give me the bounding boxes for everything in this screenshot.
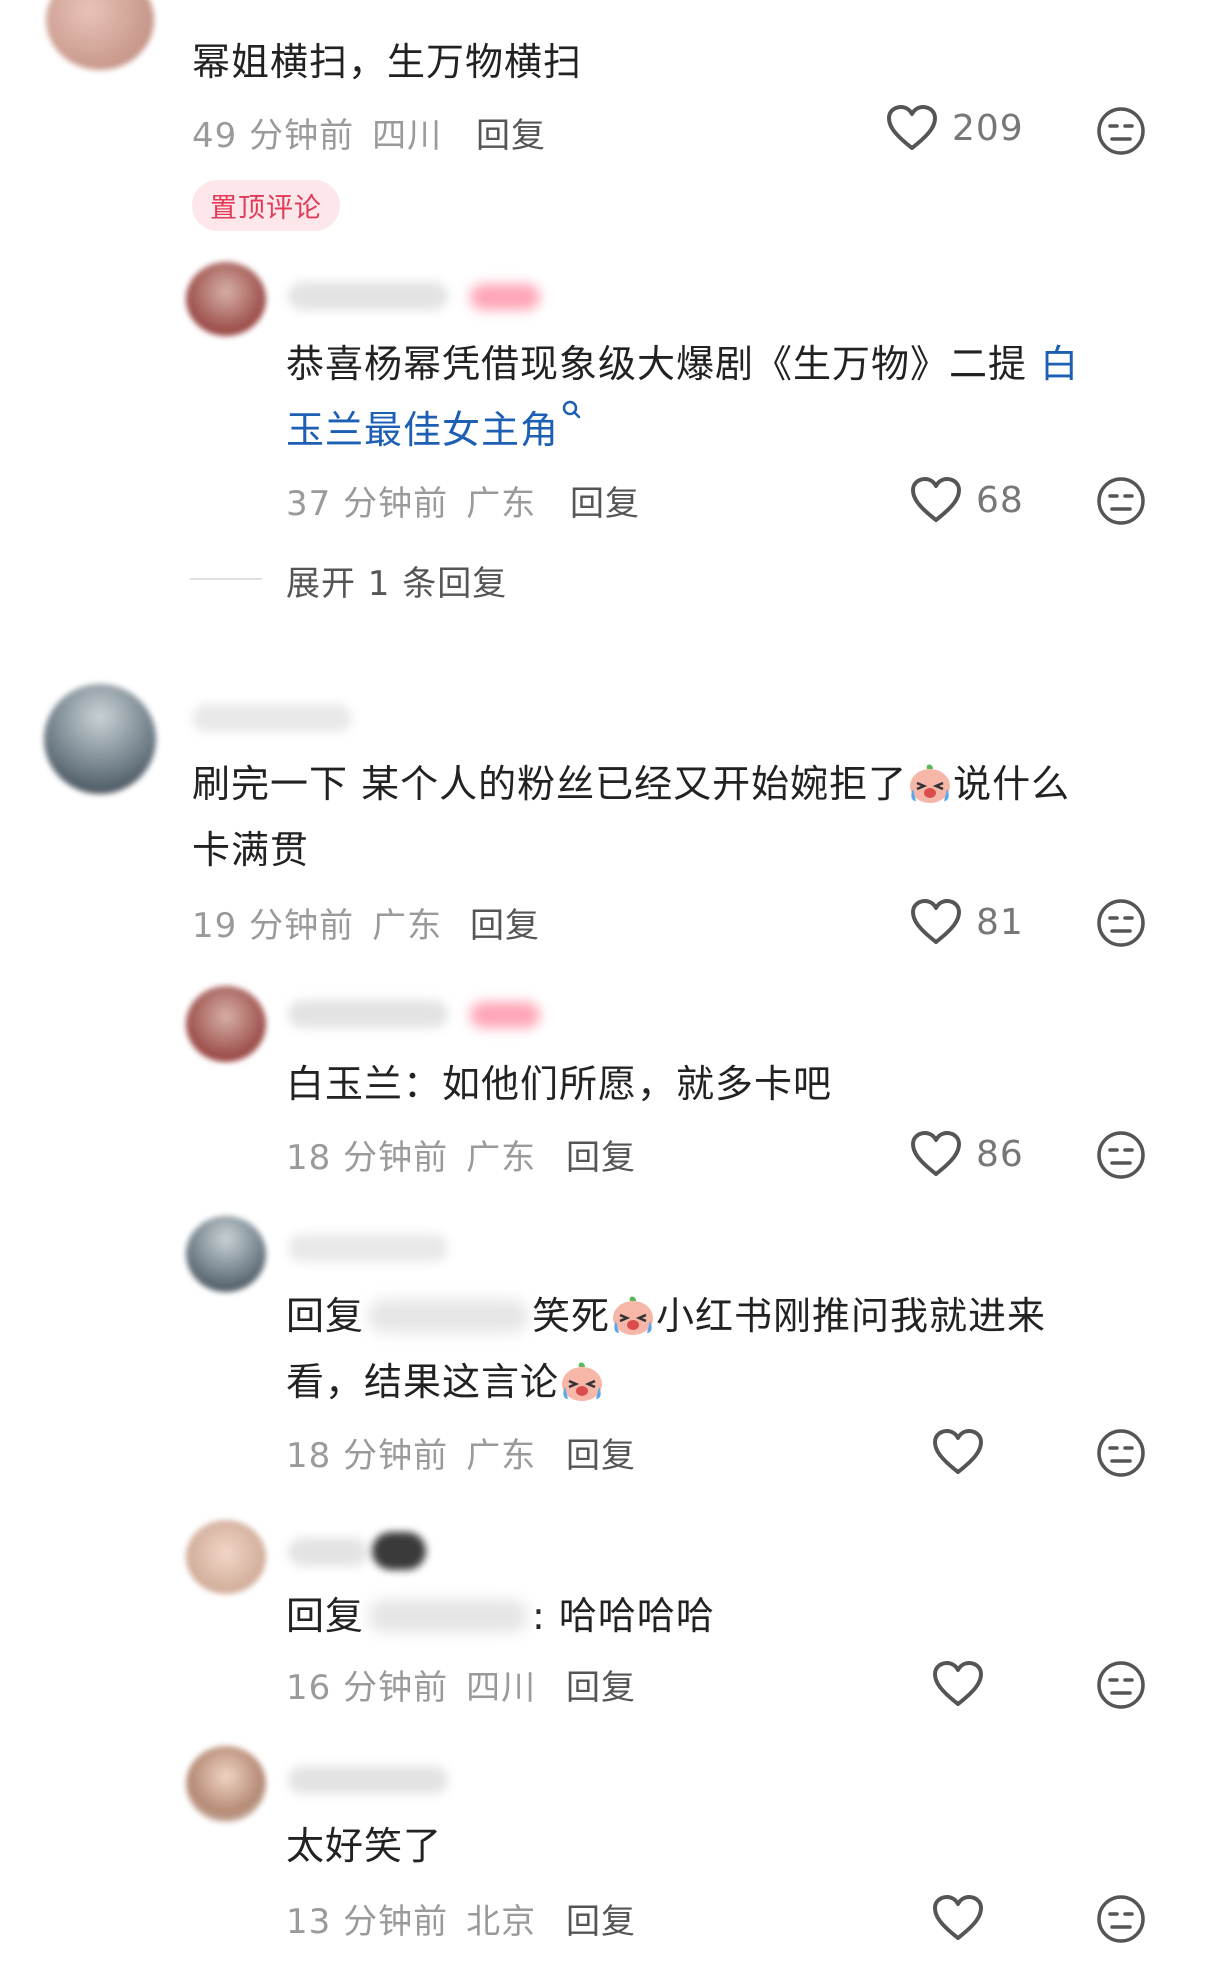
neutral-face-icon[interactable]: [1096, 106, 1146, 156]
comment-location: 广东: [466, 1436, 537, 1476]
comment-text: 回复 : 哈哈哈哈: [286, 1584, 715, 1648]
reply-button[interactable]: 回复: [566, 1428, 636, 1477]
avatar[interactable]: [186, 1520, 266, 1594]
username-blurred[interactable]: [288, 282, 448, 310]
neutral-face-icon[interactable]: [1096, 1660, 1146, 1710]
comment-time: 18 分钟前: [286, 1436, 449, 1476]
crying-laughing-emoji: [613, 1296, 654, 1335]
comment-text-part: 小红书刚推问我就进来: [656, 1294, 1047, 1338]
comment-text: 恭喜杨幂凭借现象级大爆剧《生万物》二提 白: [286, 332, 1079, 396]
comment-text-part: 刷完一下 某个人的粉丝已经又开始婉拒了: [192, 762, 908, 806]
like-count: 81: [976, 901, 1024, 943]
comment-location: 四川: [466, 1668, 537, 1708]
heart-outline-icon: [933, 1429, 983, 1474]
reply-button[interactable]: 回复: [566, 1660, 636, 1709]
heart-outline-icon: [911, 1131, 961, 1176]
avatar[interactable]: [186, 986, 266, 1062]
author-tag-blurred: [470, 1002, 540, 1028]
comment-meta: 18 分钟前 广东: [286, 1130, 536, 1179]
comment-text-part: 恭喜杨幂凭借现象级大爆剧《生万物》二提: [286, 342, 1028, 386]
divider: [190, 578, 262, 580]
like-button[interactable]: [932, 1894, 998, 1942]
comment-meta: 18 分钟前 广东: [286, 1428, 536, 1477]
like-count: 209: [952, 107, 1024, 149]
comment-text-line2: 看，结果这言论: [286, 1350, 605, 1414]
like-button[interactable]: [932, 1428, 998, 1476]
comment-meta: 16 分钟前 四川: [286, 1660, 536, 1709]
search-link[interactable]: 玉兰最佳女主角: [286, 408, 559, 452]
comment-time: 16 分钟前: [286, 1668, 449, 1708]
heart-outline-icon: [887, 105, 937, 150]
comment-location: 四川: [372, 116, 443, 156]
comment-text-part: 说什么: [953, 762, 1071, 806]
username-blurred[interactable]: [288, 1000, 448, 1028]
username-blurred[interactable]: [192, 704, 352, 732]
reply-button[interactable]: 回复: [570, 476, 640, 525]
comment-time: 49 分钟前: [192, 116, 355, 156]
reply-button[interactable]: 回复: [476, 108, 546, 157]
crying-laughing-emoji: [910, 764, 951, 803]
comment-text: 太好笑了: [286, 1824, 443, 1868]
comment-text: 幂姐横扫，生万物横扫: [192, 40, 583, 84]
like-count: 68: [976, 479, 1024, 521]
comment-text: 刷完一下 某个人的粉丝已经又开始婉拒了 说什么: [192, 752, 1070, 816]
comment-text-line2: 玉兰最佳女主角: [286, 398, 583, 462]
like-count: 86: [976, 1133, 1024, 1175]
heart-outline-icon: [933, 1661, 983, 1706]
like-button[interactable]: 86: [910, 1130, 1024, 1178]
neutral-face-icon[interactable]: [1096, 1130, 1146, 1180]
neutral-face-icon[interactable]: [1096, 1428, 1146, 1478]
comment-text-part: 看，结果这言论: [286, 1360, 560, 1404]
pinned-badge: 置顶评论: [192, 180, 340, 231]
like-button[interactable]: 81: [910, 898, 1024, 946]
avatar[interactable]: [186, 1746, 266, 1822]
comment-time: 18 分钟前: [286, 1138, 449, 1178]
comment-location: 广东: [466, 484, 537, 524]
like-button[interactable]: 68: [910, 476, 1024, 524]
comment-meta: 49 分钟前 四川: [192, 108, 442, 157]
heart-outline-icon: [933, 1895, 983, 1940]
neutral-face-icon[interactable]: [1096, 476, 1146, 526]
heart-outline-icon: [911, 899, 961, 944]
username-blurred[interactable]: [288, 1538, 368, 1566]
comment-time: 37 分钟前: [286, 484, 449, 524]
username-blurred[interactable]: [288, 1766, 448, 1794]
comment-location: 广东: [372, 906, 443, 946]
comment-time: 13 分钟前: [286, 1902, 449, 1942]
crying-laughing-emoji: [562, 1362, 603, 1401]
reply-button[interactable]: 回复: [566, 1130, 636, 1179]
search-link-icon: [562, 400, 581, 419]
neutral-face-icon[interactable]: [1096, 1894, 1146, 1944]
like-button[interactable]: 209: [886, 104, 1024, 152]
avatar[interactable]: [46, 0, 154, 70]
avatar[interactable]: [186, 1216, 266, 1292]
reply-button[interactable]: 回复: [470, 898, 540, 947]
username-blurred[interactable]: [288, 1234, 448, 1262]
reply-button[interactable]: 回复: [566, 1894, 636, 1943]
comment-location: 北京: [466, 1902, 537, 1942]
avatar[interactable]: [186, 262, 266, 336]
comment-time: 19 分钟前: [192, 906, 355, 946]
comment-text-part: 笑死: [532, 1294, 611, 1338]
comment-meta: 37 分钟前 广东: [286, 476, 536, 525]
comment-text-part: 回复: [286, 1594, 365, 1638]
comment-text: 回复 笑死 小红书刚推问我就进来: [286, 1284, 1046, 1348]
badge-icon-blurred: [372, 1532, 426, 1570]
heart-outline-icon: [911, 477, 961, 522]
comment-location: 广东: [466, 1138, 537, 1178]
expand-replies-button[interactable]: 展开 1 条回复: [286, 556, 507, 605]
comment-meta: 19 分钟前 广东: [192, 898, 442, 947]
like-button[interactable]: [932, 1660, 998, 1708]
avatar[interactable]: [44, 684, 156, 794]
comment-text-part: : 哈哈哈哈: [532, 1594, 715, 1638]
comment-text-part: 回复: [286, 1294, 365, 1338]
comment-text: 白玉兰：如他们所愿，就多卡吧: [286, 1062, 833, 1106]
comment-text-line2: 卡满贯: [192, 828, 310, 872]
mention-blurred[interactable]: [368, 1299, 529, 1333]
comment-meta: 13 分钟前 北京: [286, 1894, 536, 1943]
neutral-face-icon[interactable]: [1096, 898, 1146, 948]
search-link[interactable]: 白: [1040, 342, 1079, 386]
author-tag-blurred: [470, 284, 540, 310]
mention-blurred[interactable]: [368, 1599, 529, 1633]
